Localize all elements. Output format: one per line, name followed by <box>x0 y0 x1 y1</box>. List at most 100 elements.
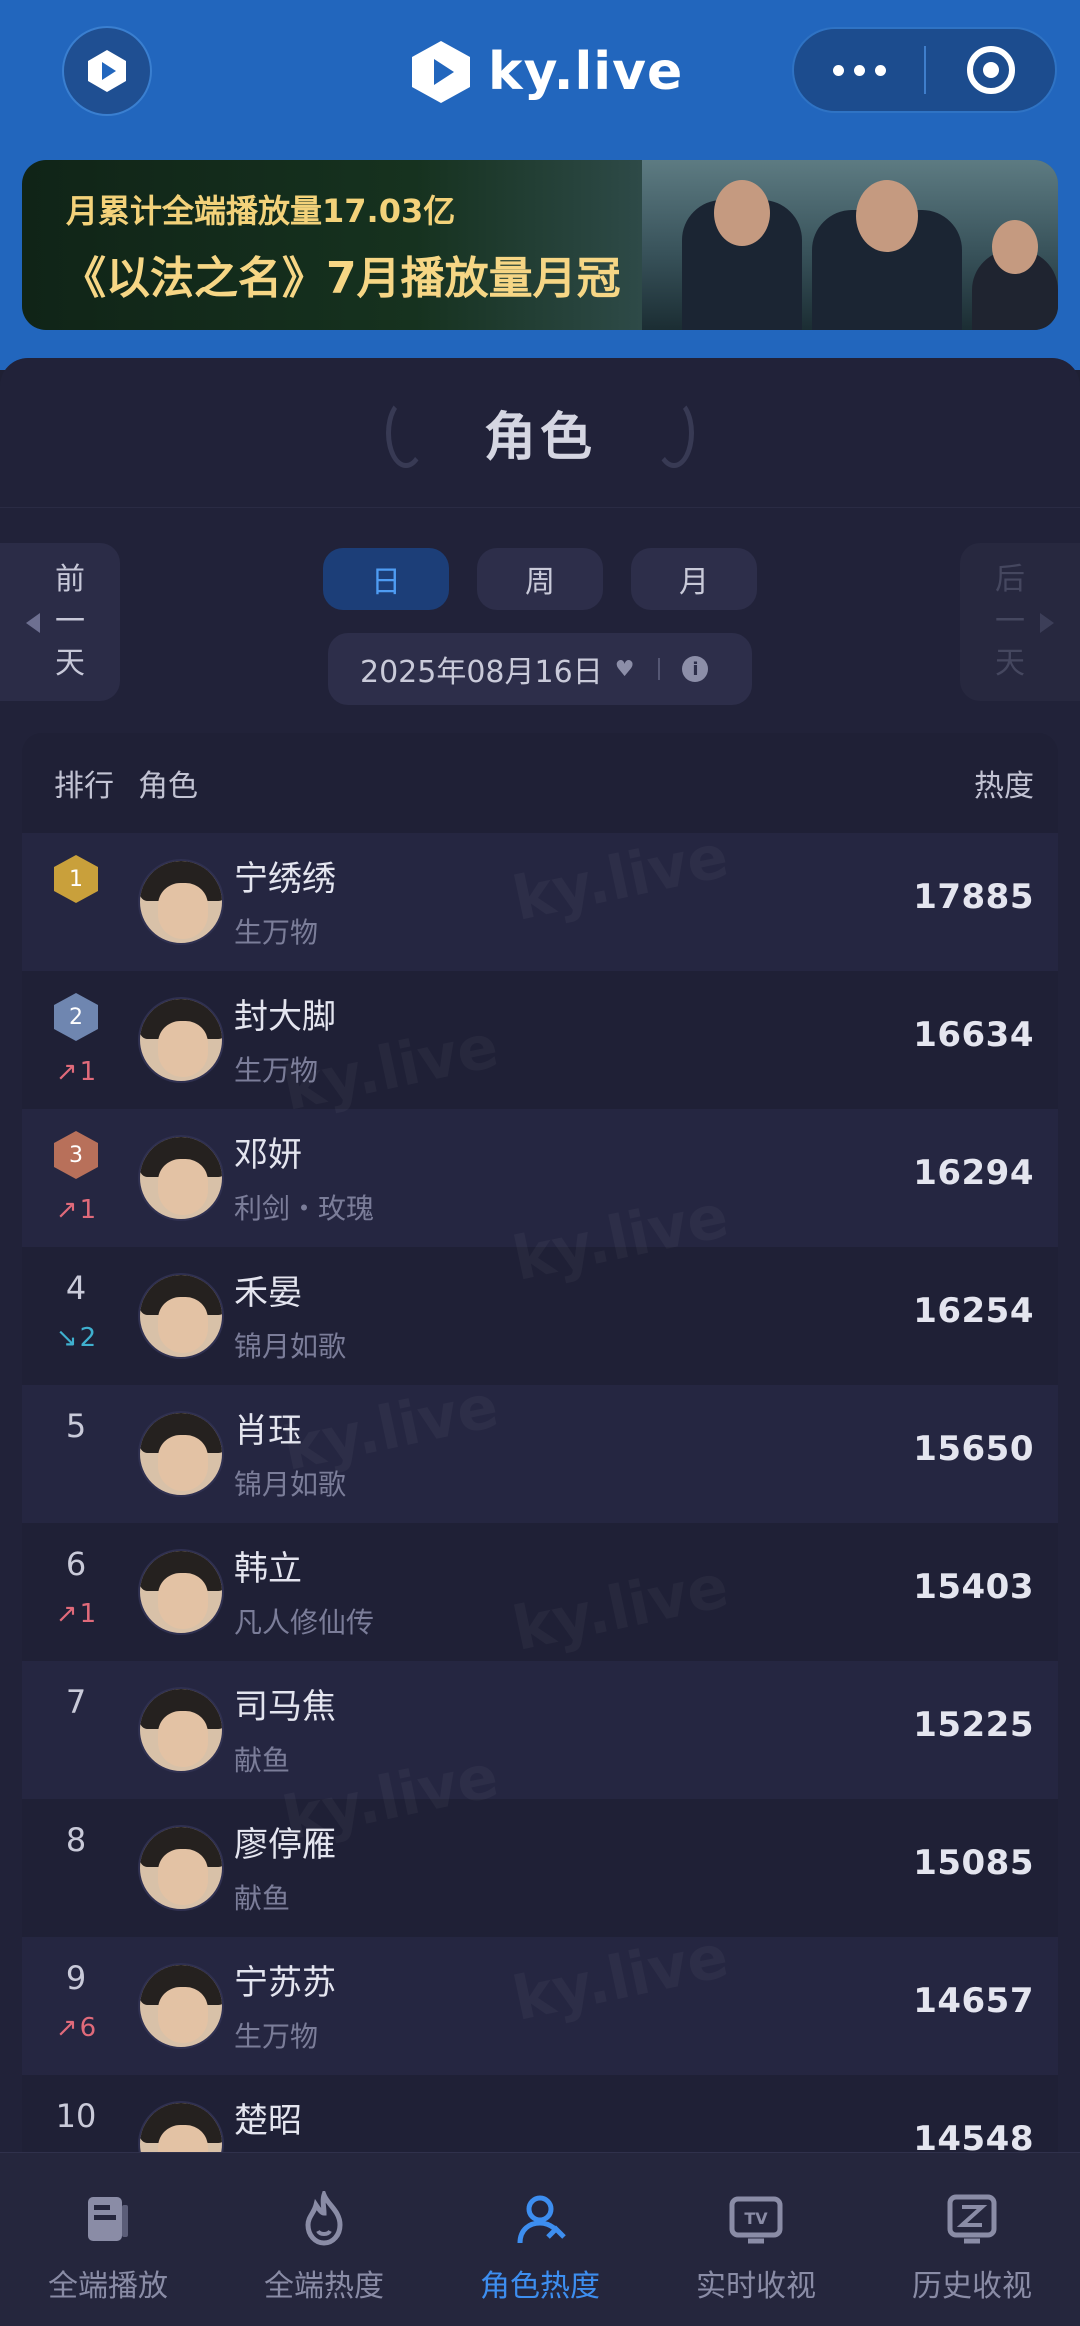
target-icon <box>966 46 1015 94</box>
drama-title: 献鱼 <box>234 1744 291 1777</box>
rank-change: ↗ 6 <box>48 2013 104 2043</box>
rank-cell: 5 <box>48 1407 104 1445</box>
table-row[interactable]: 8 廖停雁 献鱼 15085 <box>22 1799 1058 1937</box>
next-day-button[interactable]: 后一天 <box>960 543 1080 701</box>
prev-day-button[interactable]: 前一天 <box>0 543 120 701</box>
drama-title: 生万物 <box>234 1054 319 1087</box>
dropdown-heart-icon: ♥ <box>614 656 635 682</box>
laurel-left-icon <box>385 397 426 468</box>
banner-line1: 月累计全端播放量17.03亿 <box>66 192 456 230</box>
avatar <box>138 859 224 945</box>
rank-change-value: 1 <box>79 1599 97 1629</box>
promo-banner[interactable]: 月累计全端播放量17.03亿 《以法之名》7月播放量月冠 <box>22 160 1058 330</box>
tab-month[interactable]: 月 <box>631 548 757 610</box>
svg-text:TV: TV <box>744 2209 768 2228</box>
arrow-up-icon: ↗ <box>55 2013 78 2043</box>
rank-cell: 2 ↗ 1 <box>48 993 104 1087</box>
tab-week[interactable]: 周 <box>477 548 603 610</box>
table-row[interactable]: 5 肖珏 锦月如歌 15650 <box>22 1385 1058 1523</box>
table-row[interactable]: 2 ↗ 1 封大脚 生万物 16634 <box>22 971 1058 1109</box>
role-name: 宁苏苏 <box>234 1963 336 2003</box>
rank-cell: 1 <box>48 855 104 903</box>
tab-all-playback[interactable]: 全端播放 <box>0 2153 216 2326</box>
rank-change-value: 1 <box>79 1057 97 1087</box>
rank-cell: 6 ↗ 1 <box>48 1545 104 1629</box>
rank-cell: 9 ↗ 6 <box>48 1959 104 2043</box>
table-row[interactable]: 4 ↘ 2 禾晏 锦月如歌 16254 <box>22 1247 1058 1385</box>
tab-live-ratings[interactable]: TV 实时收视 <box>648 2153 864 2326</box>
avatar <box>138 1687 224 1773</box>
rank-number: 6 <box>65 1545 87 1583</box>
banner-photo <box>642 160 1058 330</box>
rank-cell: 10 <box>48 2097 104 2135</box>
silver-medal-icon: 2 <box>54 993 98 1041</box>
next-day-label: 后一天 <box>995 562 1025 681</box>
ranking-table: 排行 角色 热度 1 宁绣绣 生万物 17885 2 ↗ 1 封大脚 生万物 16634 3 ↗ 1 邓妍… <box>22 733 1058 2158</box>
arrow-up-icon: ↗ <box>55 1057 78 1087</box>
arrow-down-icon: ↘ <box>55 1323 78 1353</box>
heat-value: 16634 <box>913 1015 1034 1055</box>
drama-title: 生万物 <box>234 2020 319 2053</box>
bottom-tab-bar: 全端播放 全端热度 角色热度 TV 实时收视 历史收视 <box>0 2152 1080 2326</box>
table-row[interactable]: 10 楚昭 14548 <box>22 2075 1058 2158</box>
avatar <box>138 1549 224 1635</box>
role-name: 邓妍 <box>234 1135 302 1175</box>
tab-label: 角色热度 <box>480 2269 600 2304</box>
role-name: 韩立 <box>234 1549 302 1589</box>
close-mini-program-button[interactable] <box>926 46 1055 94</box>
role-name: 禾晏 <box>234 1273 302 1313</box>
person-icon <box>510 2189 570 2249</box>
tab-history-ratings[interactable]: 历史收视 <box>864 2153 1080 2326</box>
rank-cell: 3 ↗ 1 <box>48 1131 104 1225</box>
avatar <box>138 1825 224 1911</box>
rank-number: 7 <box>65 1683 87 1721</box>
avatar <box>138 1135 224 1221</box>
heat-value: 15085 <box>913 1843 1034 1883</box>
table-row[interactable]: 3 ↗ 1 邓妍 利剑・玫瑰 16294 <box>22 1109 1058 1247</box>
tab-all-heat[interactable]: 全端热度 <box>216 2153 432 2326</box>
header-heat: 热度 <box>974 769 1034 804</box>
arrow-left-icon <box>26 613 40 633</box>
date-text: 2025年08月16日 <box>360 655 603 690</box>
brand: ky.live <box>410 32 683 112</box>
rank-change-value: 1 <box>79 1195 97 1225</box>
heat-value: 14657 <box>913 1981 1034 2021</box>
brand-logo-icon <box>412 41 470 103</box>
heat-value: 15650 <box>913 1429 1034 1469</box>
table-row[interactable]: 1 宁绣绣 生万物 17885 <box>22 833 1058 971</box>
tab-day[interactable]: 日 <box>323 548 449 610</box>
table-row[interactable]: 6 ↗ 1 韩立 凡人修仙传 15403 <box>22 1523 1058 1661</box>
tab-label: 实时收视 <box>696 2269 816 2304</box>
bronze-medal-icon: 3 <box>54 1131 98 1179</box>
rank-change: ↗ 1 <box>48 1057 104 1087</box>
flame-icon <box>294 2189 354 2249</box>
avatar <box>138 997 224 1083</box>
brand-name: ky.live <box>488 42 684 102</box>
rank-number: 9 <box>65 1959 87 1997</box>
info-icon[interactable]: i <box>682 656 709 682</box>
tab-label: 全端播放 <box>48 2269 168 2304</box>
table-row[interactable]: 7 司马焦献鱼 15225 <box>22 1661 1058 1799</box>
role-name: 司马焦 <box>234 1687 336 1727</box>
table-row[interactable]: 9 ↗ 6 宁苏苏生万物 14657 <box>22 1937 1058 2075</box>
more-options-button[interactable] <box>794 29 924 111</box>
prev-day-label: 前一天 <box>55 562 85 681</box>
avatar <box>138 1963 224 2049</box>
rank-change-value: 6 <box>79 2013 97 2043</box>
tab-role-heat[interactable]: 角色热度 <box>432 2153 648 2326</box>
page-title: 角色 <box>483 408 596 468</box>
rank-number: 10 <box>55 2097 97 2135</box>
tv-icon: TV <box>726 2189 786 2249</box>
date-picker[interactable]: 2025年08月16日 ♥ i <box>328 633 752 705</box>
heat-value: 15225 <box>913 1705 1034 1745</box>
heat-value: 17885 <box>913 877 1034 917</box>
rank-number: 8 <box>65 1821 87 1859</box>
app-logo-button[interactable] <box>62 26 152 116</box>
tab-label: 历史收视 <box>912 2269 1032 2304</box>
arrow-right-icon <box>1040 613 1054 633</box>
rank-cell: 4 ↘ 2 <box>48 1269 104 1353</box>
gold-medal-icon: 1 <box>54 855 98 903</box>
play-logo-icon <box>88 50 126 92</box>
rank-cell: 7 <box>48 1683 104 1721</box>
rank-change: ↗ 1 <box>48 1599 104 1629</box>
